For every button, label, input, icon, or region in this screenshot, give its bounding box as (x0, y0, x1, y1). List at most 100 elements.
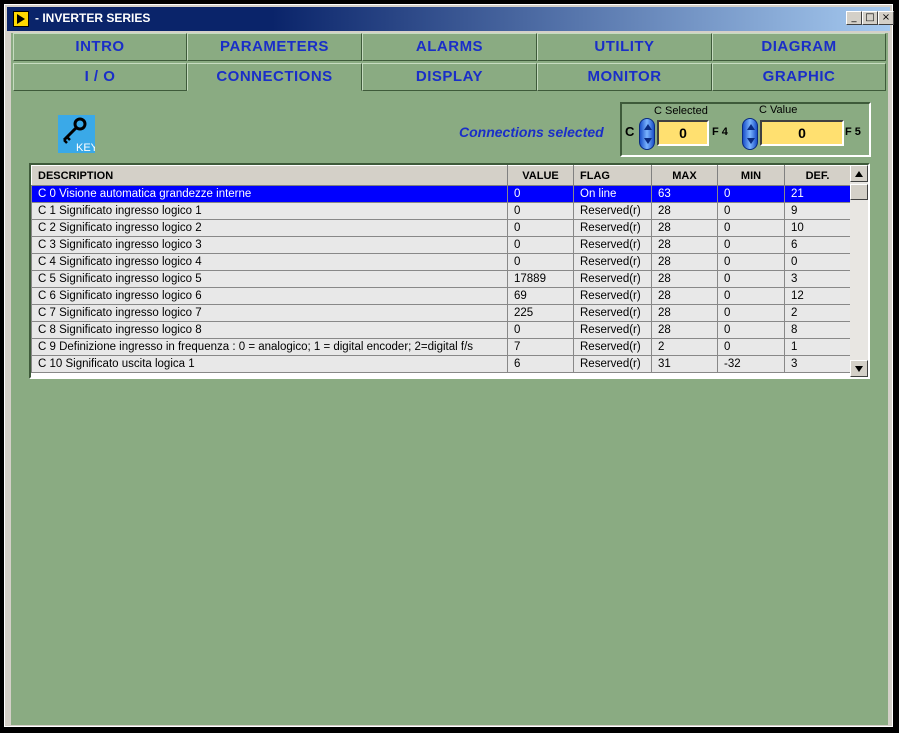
cell-flag: Reserved(r) (573, 321, 652, 339)
cell-min: 0 (717, 287, 785, 305)
spin-down-icon[interactable] (644, 138, 652, 144)
cell-flag: Reserved(r) (573, 287, 652, 305)
spin-down-icon[interactable] (747, 138, 755, 144)
table-row[interactable]: C 9 Definizione ingresso in frequenza : … (31, 338, 851, 356)
scroll-down-button[interactable] (850, 360, 868, 377)
cell-flag: Reserved(r) (573, 270, 652, 288)
cell-def: 2 (784, 304, 851, 322)
col-description[interactable]: DESCRIPTION (31, 165, 508, 186)
table-row[interactable]: C 3 Significato ingresso logico 3 0 Reserv… (31, 236, 851, 254)
cell-description: C 7 Significato ingresso logico 7 (31, 304, 508, 322)
cell-def: 6 (784, 236, 851, 254)
table-row[interactable]: C 1 Significato ingresso logico 1 0 Reserv… (31, 202, 851, 220)
col-flag[interactable]: FLAG (573, 165, 652, 186)
cell-min: 0 (717, 253, 785, 271)
cell-description: C 9 Definizione ingresso in frequenza : … (31, 338, 508, 356)
cell-max: 28 (651, 321, 718, 339)
cell-def: 0 (784, 253, 851, 271)
cell-flag: On line (573, 185, 652, 203)
cell-max: 28 (651, 236, 718, 254)
table-row[interactable]: C 4 Significato ingresso logico 4 0 Reserv… (31, 253, 851, 271)
cell-flag: Reserved(r) (573, 253, 652, 271)
cell-min: 0 (717, 304, 785, 322)
tab-monitor[interactable]: MONITOR (537, 63, 712, 91)
cell-flag: Reserved(r) (573, 304, 652, 322)
tab-display[interactable]: DISPLAY (362, 63, 537, 91)
col-max[interactable]: MAX (651, 165, 718, 186)
c-value-label: C Value (759, 104, 798, 116)
table-scrollbar[interactable] (850, 165, 868, 377)
table-row[interactable]: C 5 Significato ingresso logico 5 17889 Re… (31, 270, 851, 288)
c-value-spinner[interactable] (742, 118, 758, 150)
cell-max: 28 (651, 202, 718, 220)
key-button[interactable]: KEY (58, 115, 99, 154)
c-selector-panel: C Selected C Value C 0 F 4 0 F 5 (620, 102, 871, 157)
tab-diagram[interactable]: DIAGRAM (712, 33, 886, 61)
cell-min: 0 (717, 338, 785, 356)
cell-description: C 3 Significato ingresso logico 3 (31, 236, 508, 254)
cell-max: 28 (651, 253, 718, 271)
table-row[interactable]: C 6 Significato ingresso logico 6 69 Reser… (31, 287, 851, 305)
col-def[interactable]: DEF. (784, 165, 851, 186)
cell-flag: Reserved(r) (573, 202, 652, 220)
table-row[interactable]: C 0 Visione automatica grandezze interne… (31, 185, 851, 203)
cell-min: 0 (717, 236, 785, 254)
c-selected-label: C Selected (654, 105, 708, 117)
cell-min: 0 (717, 321, 785, 339)
tab-connections[interactable]: CONNECTIONS (187, 63, 362, 91)
tab-graphic[interactable]: GRAPHIC (712, 63, 886, 91)
cell-max: 31 (651, 355, 718, 373)
col-min[interactable]: MIN (717, 165, 785, 186)
cell-def: 9 (784, 202, 851, 220)
scroll-thumb[interactable] (850, 184, 868, 200)
connections-table: DESCRIPTION VALUE FLAG MAX MIN DEF. C 0 … (29, 163, 870, 379)
close-button[interactable]: × (878, 11, 894, 25)
cell-min: -32 (717, 355, 785, 373)
cell-value: 0 (507, 253, 574, 271)
cell-description: C 5 Significato ingresso logico 5 (31, 270, 508, 288)
cell-max: 28 (651, 219, 718, 237)
cell-def: 21 (784, 185, 851, 203)
arrow-down-icon (855, 366, 863, 372)
spin-up-icon[interactable] (644, 124, 652, 130)
cell-description: C 8 Significato ingresso logico 8 (31, 321, 508, 339)
cell-value: 0 (507, 236, 574, 254)
cell-def: 12 (784, 287, 851, 305)
scroll-up-button[interactable] (850, 165, 868, 182)
tab-row-2: I / O CONNECTIONS DISPLAY MONITOR GRAPHI… (13, 63, 886, 91)
tab-intro[interactable]: INTRO (13, 33, 187, 61)
key-icon: KEY (62, 117, 99, 154)
minimize-button[interactable]: _ (846, 11, 862, 25)
cell-def: 1 (784, 338, 851, 356)
col-value[interactable]: VALUE (507, 165, 574, 186)
cell-description: C 10 Significato uscita logica 1 (31, 355, 508, 373)
c-value-input[interactable]: 0 (760, 120, 844, 146)
cell-value: 0 (507, 321, 574, 339)
table-row[interactable]: C 7 Significato ingresso logico 7 225 Rese… (31, 304, 851, 322)
table-row[interactable]: C 2 Significato ingresso logico 2 0 Reserv… (31, 219, 851, 237)
scroll-track[interactable] (850, 182, 868, 360)
tab-io[interactable]: I / O (13, 63, 187, 91)
tab-alarms[interactable]: ALARMS (362, 33, 537, 61)
cell-def: 3 (784, 270, 851, 288)
cell-value: 7 (507, 338, 574, 356)
cell-value: 0 (507, 219, 574, 237)
app-run-icon (13, 11, 29, 27)
table-header: DESCRIPTION VALUE FLAG MAX MIN DEF. (31, 165, 851, 186)
maximize-button[interactable]: □ (862, 11, 878, 25)
table-row[interactable]: C 8 Significato ingresso logico 8 0 Reserv… (31, 321, 851, 339)
table-row[interactable]: C 10 Significato uscita logica 1 6 Reserve… (31, 355, 851, 373)
c-selected-spinner[interactable] (639, 118, 655, 150)
c-selected-input[interactable]: 0 (657, 120, 709, 146)
cell-value: 0 (507, 185, 574, 203)
inverter-window: - INVERTER SERIES _ □ × INTRO PARAMETERS… (4, 4, 894, 727)
window-title: - INVERTER SERIES (35, 11, 151, 25)
tab-utility[interactable]: UTILITY (537, 33, 712, 61)
spin-up-icon[interactable] (747, 124, 755, 130)
tab-parameters[interactable]: PARAMETERS (187, 33, 362, 61)
title-bar[interactable]: - INVERTER SERIES _ □ × (7, 7, 894, 31)
cell-max: 28 (651, 270, 718, 288)
cell-value: 69 (507, 287, 574, 305)
arrow-up-icon (855, 171, 863, 177)
main-panel: INTRO PARAMETERS ALARMS UTILITY DIAGRAM … (11, 33, 888, 725)
